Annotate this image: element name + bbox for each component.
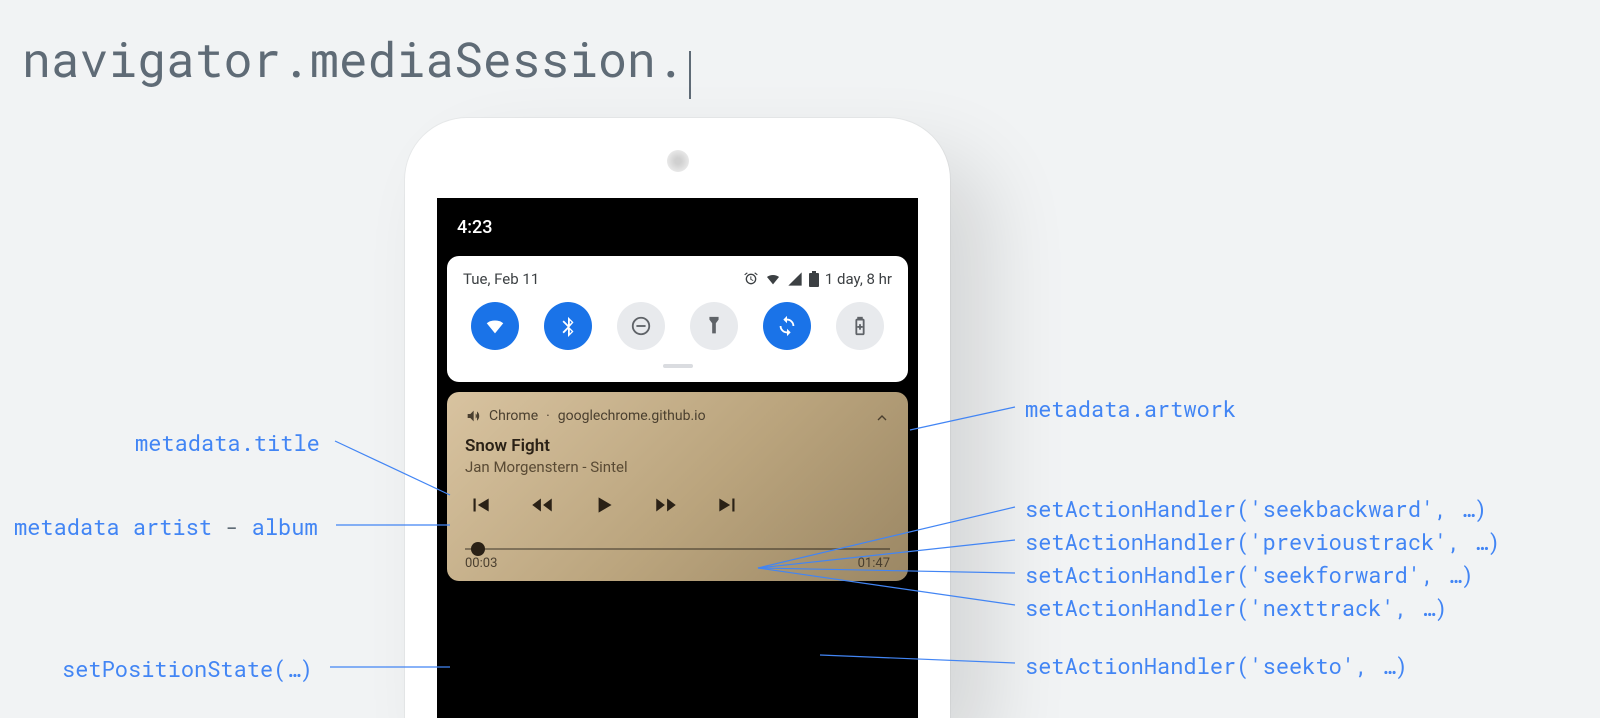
qs-battery-saver-button[interactable] (836, 302, 884, 350)
drag-handle-icon[interactable] (663, 364, 693, 368)
wifi-icon (765, 271, 781, 287)
code-heading: navigator.mediaSession. (22, 28, 691, 91)
annotation-nexttrack: setActionHandler('nexttrack', …) (1025, 593, 1447, 622)
previous-track-button[interactable] (467, 492, 493, 518)
annotation-seekbackward: setActionHandler('seekbackward', …) (1025, 494, 1487, 523)
signal-icon (787, 271, 803, 287)
annotation-seekforward: setActionHandler('seekforward', …) (1025, 560, 1474, 589)
annotation-metadata-artist-album: metadata artist - album (14, 512, 318, 541)
volume-icon (465, 408, 481, 424)
annotation-previoustrack: setActionHandler('previoustrack', …) (1025, 527, 1500, 556)
quick-settings-panel: Tue, Feb 11 1 day, 8 hr (447, 256, 908, 382)
chevron-up-icon[interactable] (874, 410, 890, 426)
media-title: Snow Fight (465, 436, 890, 456)
phone-screen: 4:23 Tue, Feb 11 1 day, 8 hr (437, 198, 918, 718)
alarm-icon (743, 271, 759, 287)
qs-dnd-button[interactable] (617, 302, 665, 350)
annotation-metadata-artwork: metadata.artwork (1025, 394, 1236, 423)
qs-status-icons: 1 day, 8 hr (743, 270, 892, 288)
seek-forward-button[interactable] (653, 492, 679, 518)
play-button[interactable] (591, 492, 617, 518)
media-artist-album: Jan Morgenstern - Sintel (465, 458, 890, 476)
seek-backward-button[interactable] (529, 492, 555, 518)
status-time: 4:23 (457, 217, 492, 238)
seek-thumb-icon[interactable] (471, 542, 485, 556)
media-separator: · (546, 408, 550, 424)
annotation-seekto: setActionHandler('seekto', …) (1025, 651, 1408, 680)
status-bar: 4:23 (437, 198, 918, 256)
qs-sync-button[interactable] (763, 302, 811, 350)
media-app: Chrome (489, 408, 538, 424)
media-duration: 01:47 (858, 556, 890, 571)
qs-battery-text: 1 day, 8 hr (825, 270, 892, 288)
annotation-set-position-state: setPositionState(…) (62, 654, 313, 683)
media-source: googlechrome.github.io (558, 408, 706, 424)
media-position: 00:03 (465, 556, 497, 571)
phone-mockup: 4:23 Tue, Feb 11 1 day, 8 hr (405, 118, 950, 718)
qs-date: Tue, Feb 11 (463, 270, 539, 288)
qs-bluetooth-button[interactable] (544, 302, 592, 350)
battery-icon (809, 271, 819, 287)
qs-wifi-button[interactable] (471, 302, 519, 350)
media-notification[interactable]: Chrome · googlechrome.github.io Snow Fig… (447, 392, 908, 581)
phone-speaker-icon (667, 150, 689, 172)
qs-flashlight-button[interactable] (690, 302, 738, 350)
text-cursor-icon (689, 51, 691, 99)
next-track-button[interactable] (715, 492, 741, 518)
seek-bar[interactable] (465, 548, 890, 550)
annotation-metadata-title: metadata.title (135, 428, 320, 457)
